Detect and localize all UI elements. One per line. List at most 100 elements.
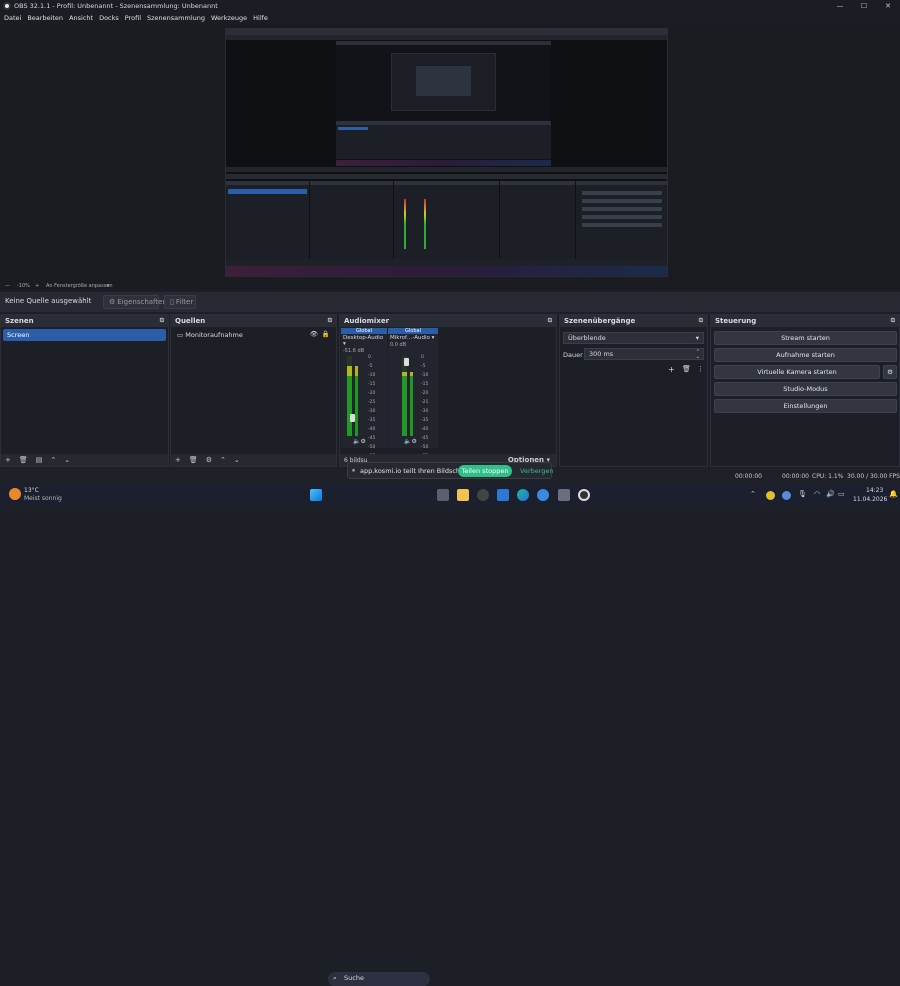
file-explorer-icon[interactable] xyxy=(457,489,469,501)
tray-app-icon[interactable] xyxy=(766,491,775,500)
volume-slider-handle[interactable] xyxy=(350,414,355,422)
channel-name[interactable]: Desktop-Audio ▾ xyxy=(341,334,387,348)
no-source-label: Keine Quelle ausgewählt xyxy=(5,297,92,305)
source-up-button[interactable]: ⌃ xyxy=(220,456,226,464)
minimize-button[interactable]: — xyxy=(828,0,852,12)
edge-icon[interactable] xyxy=(517,489,529,501)
remove-source-button[interactable]: 🗑 xyxy=(189,456,198,464)
windows-start-icon[interactable] xyxy=(310,489,322,501)
filter-button[interactable]: ▯ Filter xyxy=(164,295,196,309)
undock-icon[interactable]: ⧉ xyxy=(548,317,552,325)
source-down-button[interactable]: ⌄ xyxy=(234,456,240,464)
drag-handle-icon[interactable]: ⏸ xyxy=(352,467,355,475)
volume-meter xyxy=(347,366,352,436)
zoom-out-button[interactable]: — xyxy=(5,283,10,289)
menu-docks[interactable]: Docks xyxy=(99,14,119,22)
browser-icon[interactable] xyxy=(537,489,549,501)
add-transition-button[interactable]: + xyxy=(668,365,675,374)
source-toolbar: Keine Quelle ausgewählt ⚙ Eigenschaften … xyxy=(0,292,900,312)
wifi-icon[interactable]: ◠ xyxy=(814,490,820,498)
weather-icon[interactable] xyxy=(9,488,21,500)
zoom-in-button[interactable]: + xyxy=(35,283,39,289)
menu-datei[interactable]: Datei xyxy=(4,14,21,22)
obs-active-icon[interactable] xyxy=(578,489,590,501)
zoom-fit-select[interactable]: An Fenstergröße anpassen xyxy=(46,283,113,289)
scale-tick: -10 xyxy=(368,373,376,378)
duration-input[interactable]: 300 ms ⌃ ⌄ xyxy=(584,348,704,360)
scene-down-button[interactable]: ⌄ xyxy=(64,456,70,464)
scale-tick: -25 xyxy=(421,400,429,405)
menu-profil[interactable]: Profil xyxy=(125,14,141,22)
record-time: 00:00:00 xyxy=(782,473,809,480)
transition-select[interactable]: Überblende ▾ xyxy=(563,332,704,344)
menu-bar: Datei Bearbeiten Ansicht Docks Profil Sz… xyxy=(0,12,900,24)
battery-icon[interactable]: ▭ xyxy=(838,490,845,498)
menu-werkzeuge[interactable]: Werkzeuge xyxy=(211,14,247,22)
app-icon[interactable] xyxy=(558,489,570,501)
notification-bell-icon[interactable]: 🔔 xyxy=(889,490,898,498)
scene-filter-button[interactable]: ▤ xyxy=(36,456,43,464)
source-settings-button[interactable]: ⚙ xyxy=(206,456,212,464)
tray-chevron-icon[interactable]: ⌃ xyxy=(750,490,756,498)
zoom-bar: — -10% + An Fenstergröße anpassen ▾ xyxy=(0,282,900,290)
store-icon[interactable] xyxy=(497,489,509,501)
undock-icon[interactable]: ⧉ xyxy=(328,317,332,325)
clock-date[interactable]: 11.04.2026 xyxy=(853,496,887,503)
menu-szenensammlung[interactable]: Szenensammlung xyxy=(147,14,205,22)
settings-button[interactable]: Einstellungen xyxy=(714,399,897,413)
maximize-button[interactable]: ☐ xyxy=(852,0,876,12)
virtual-camera-settings-gear-icon[interactable]: ⚙ xyxy=(883,365,897,379)
menu-ansicht[interactable]: Ansicht xyxy=(69,14,93,22)
scale-tick: -45 xyxy=(421,436,429,441)
obs-taskbar-icon[interactable] xyxy=(477,489,489,501)
undock-icon[interactable]: ⧉ xyxy=(891,317,895,325)
zoom-dropdown-icon[interactable]: ▾ xyxy=(107,283,110,289)
start-stream-button[interactable]: Stream starten xyxy=(714,331,897,345)
scene-item-screen[interactable]: Screen xyxy=(3,329,166,341)
scale-tick: -15 xyxy=(368,382,376,387)
remove-transition-button[interactable]: 🗑 xyxy=(682,365,691,373)
taskbar-search[interactable]: ⌕ Suche xyxy=(328,972,430,986)
gear-icon: ⚙ xyxy=(109,298,116,306)
scale-tick: 0 xyxy=(368,355,371,360)
channel-name[interactable]: Mikrof…-Audio ▾ xyxy=(388,334,438,342)
menu-bearbeiten[interactable]: Bearbeiten xyxy=(27,14,63,22)
lock-icon[interactable]: 🔒 xyxy=(322,330,330,338)
microphone-icon[interactable]: 🎙 xyxy=(798,490,807,498)
add-source-button[interactable]: + xyxy=(175,456,181,464)
properties-button[interactable]: ⚙ Eigenschaften xyxy=(103,295,167,309)
task-view-icon[interactable] xyxy=(437,489,449,501)
speaker-icon[interactable]: 🔈⚙ xyxy=(353,438,366,445)
more-options-icon[interactable]: ⋮ xyxy=(697,365,704,373)
undock-icon[interactable]: ⧉ xyxy=(699,317,703,325)
add-scene-button[interactable]: + xyxy=(5,456,11,464)
weather-desc: Meist sonnig xyxy=(24,495,62,502)
preview-canvas[interactable] xyxy=(225,28,668,277)
hide-button[interactable]: Verbergen xyxy=(520,467,554,475)
tray-app-icon[interactable] xyxy=(782,491,791,500)
search-label: Suche xyxy=(344,974,364,982)
sources-title: Quellen xyxy=(175,317,206,325)
remove-scene-button[interactable]: 🗑 xyxy=(19,456,28,464)
scene-up-button[interactable]: ⌃ xyxy=(50,456,56,464)
sources-dock: Quellen ⧉ ▭ Monitoraufnahme 👁 🔒 + 🗑 ⚙ ⌃ ⌄ xyxy=(170,314,337,467)
volume-icon[interactable]: 🔊 xyxy=(826,490,835,498)
speaker-icon[interactable]: 🔈⚙ xyxy=(404,438,417,445)
cpu-usage: CPU: 1.1% xyxy=(812,473,844,480)
volume-slider-handle[interactable] xyxy=(404,358,409,366)
studio-mode-button[interactable]: Studio-Modus xyxy=(714,382,897,396)
menu-hilfe[interactable]: Hilfe xyxy=(253,14,268,22)
start-virtual-camera-button[interactable]: Virtuelle Kamera starten xyxy=(714,365,880,379)
windows-taskbar: 13°C Meist sonnig ⌕ Suche ⌃ 🎙 ◠ 🔊 ▭ 14:2… xyxy=(0,484,900,986)
undock-icon[interactable]: ⧉ xyxy=(160,317,164,325)
clock-time[interactable]: 14:23 xyxy=(866,487,883,494)
preview-nested-taskbar xyxy=(226,266,667,276)
sources-header: Quellen ⧉ xyxy=(171,315,336,327)
channel-level: 0.0 dB xyxy=(390,342,407,348)
stop-sharing-button[interactable]: Teilen stoppen xyxy=(458,465,512,477)
start-recording-button[interactable]: Aufnahme starten xyxy=(714,348,897,362)
close-button[interactable]: ✕ xyxy=(876,0,900,12)
source-item[interactable]: ▭ Monitoraufnahme 👁 🔒 xyxy=(173,329,334,341)
eye-icon[interactable]: 👁 xyxy=(310,330,318,338)
volume-meter xyxy=(402,372,407,436)
